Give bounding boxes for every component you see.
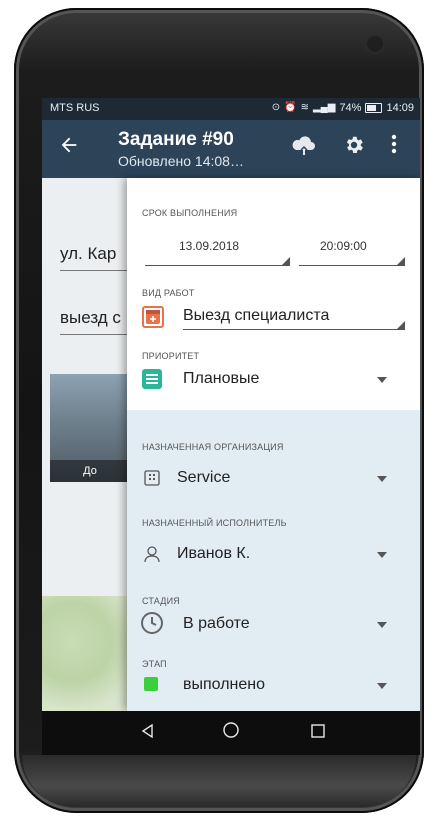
work-type-label: ВИД РАБОТ xyxy=(142,288,195,298)
bg-divider xyxy=(60,270,130,271)
stage-value[interactable]: В работе xyxy=(183,615,250,633)
bg-divider xyxy=(60,334,130,335)
priority-value[interactable]: Плановые xyxy=(183,370,259,388)
executor-dropdown-icon[interactable] xyxy=(377,552,387,558)
deadline-label: СРОК ВЫПОЛНЕНИЯ xyxy=(142,208,238,218)
building-icon xyxy=(142,468,162,488)
organization-label: НАЗНАЧЕННАЯ ОРГАНИЗАЦИЯ xyxy=(142,442,284,452)
work-type-value[interactable]: Выезд специалиста xyxy=(183,307,329,325)
cloud-upload-svg xyxy=(292,136,315,155)
stage-dropdown-icon[interactable] xyxy=(377,622,387,628)
status-icons: ⊙ ⏰ ≋ ▂▄▆ 74% 14:09 xyxy=(272,102,414,114)
deadline-time[interactable]: 20:09:00 xyxy=(320,239,367,253)
gear-icon[interactable] xyxy=(340,134,368,162)
nav-home-svg xyxy=(223,722,239,738)
task-details-panel: СРОК ВЫПОЛНЕНИЯ 13.09.2018 20:09:00 ВИД … xyxy=(127,178,420,711)
battery-icon xyxy=(365,103,383,113)
step-value[interactable]: выполнено xyxy=(183,676,265,694)
gear-svg xyxy=(346,136,363,153)
bg-description-field: выезд с xyxy=(60,308,121,327)
back-arrow-icon[interactable] xyxy=(58,134,86,162)
clock-svg xyxy=(141,612,163,634)
work-type-underline xyxy=(183,329,405,330)
deadline-date[interactable]: 13.09.2018 xyxy=(179,239,239,253)
priority-dropdown-icon[interactable] xyxy=(377,377,387,383)
executor-label: НАЗНАЧЕННЫЙ ИСПОЛНИТЕЛЬ xyxy=(142,518,287,528)
more-vert-icon[interactable] xyxy=(386,134,402,162)
priority-label: ПРИОРИТЕТ xyxy=(142,351,200,361)
clock-icon xyxy=(140,611,164,635)
time-underline xyxy=(299,265,405,266)
bg-address-field: ул. Кар xyxy=(60,244,117,263)
android-nav-bar xyxy=(42,711,420,755)
organization-value[interactable]: Service xyxy=(177,469,230,487)
nav-recents-svg xyxy=(311,724,325,738)
time-dropdown-icon[interactable] xyxy=(397,257,405,265)
screen: MTS RUS ⊙ ⏰ ≋ ▂▄▆ 74% 14:09 Задание #90 … xyxy=(42,98,420,755)
priority-icon xyxy=(142,369,162,389)
nav-home-icon[interactable] xyxy=(217,719,245,747)
more-vert-svg xyxy=(391,134,397,154)
date-underline xyxy=(145,265,290,266)
panel-lower-section xyxy=(127,410,420,711)
signal-icon: ▂▄▆ xyxy=(312,102,336,113)
work-type-dropdown-icon[interactable] xyxy=(397,321,405,329)
executor-value[interactable]: Иванов К. xyxy=(177,545,250,563)
cloud-upload-icon[interactable] xyxy=(290,134,318,162)
work-type-icon xyxy=(142,306,164,328)
step-label: ЭТАП xyxy=(142,659,167,669)
location-icon: ⊙ xyxy=(271,102,281,113)
carrier-name: MTS RUS xyxy=(50,102,100,114)
priority-svg xyxy=(146,374,158,384)
stage-label: СТАДИЯ xyxy=(142,596,180,606)
step-dropdown-icon[interactable] xyxy=(377,683,387,689)
app-bar: Задание #90 Обновлено 14:08… xyxy=(42,120,420,178)
back-arrow-svg xyxy=(61,137,77,153)
status-bar: MTS RUS ⊙ ⏰ ≋ ▂▄▆ 74% 14:09 xyxy=(42,98,420,120)
clock: 14:09 xyxy=(386,102,414,114)
step-status-icon xyxy=(144,677,158,691)
person-icon xyxy=(142,544,162,564)
nav-back-svg xyxy=(141,723,153,739)
date-dropdown-icon[interactable] xyxy=(282,257,290,265)
nav-back-icon[interactable] xyxy=(134,719,162,747)
page-title: Задание #90 xyxy=(118,129,234,150)
nav-recents-icon[interactable] xyxy=(304,719,332,747)
building-svg xyxy=(144,470,160,486)
phone-chin xyxy=(22,755,416,807)
organization-dropdown-icon[interactable] xyxy=(377,476,387,482)
wifi-icon: ≋ xyxy=(300,102,309,113)
alarm-icon: ⏰ xyxy=(284,102,297,113)
person-svg xyxy=(144,546,160,563)
front-camera xyxy=(367,36,383,52)
page-subtitle: Обновлено 14:08… xyxy=(118,153,244,169)
bg-photo-label: До xyxy=(50,460,130,482)
work-type-svg xyxy=(146,310,160,324)
battery-percent: 74% xyxy=(339,102,362,114)
